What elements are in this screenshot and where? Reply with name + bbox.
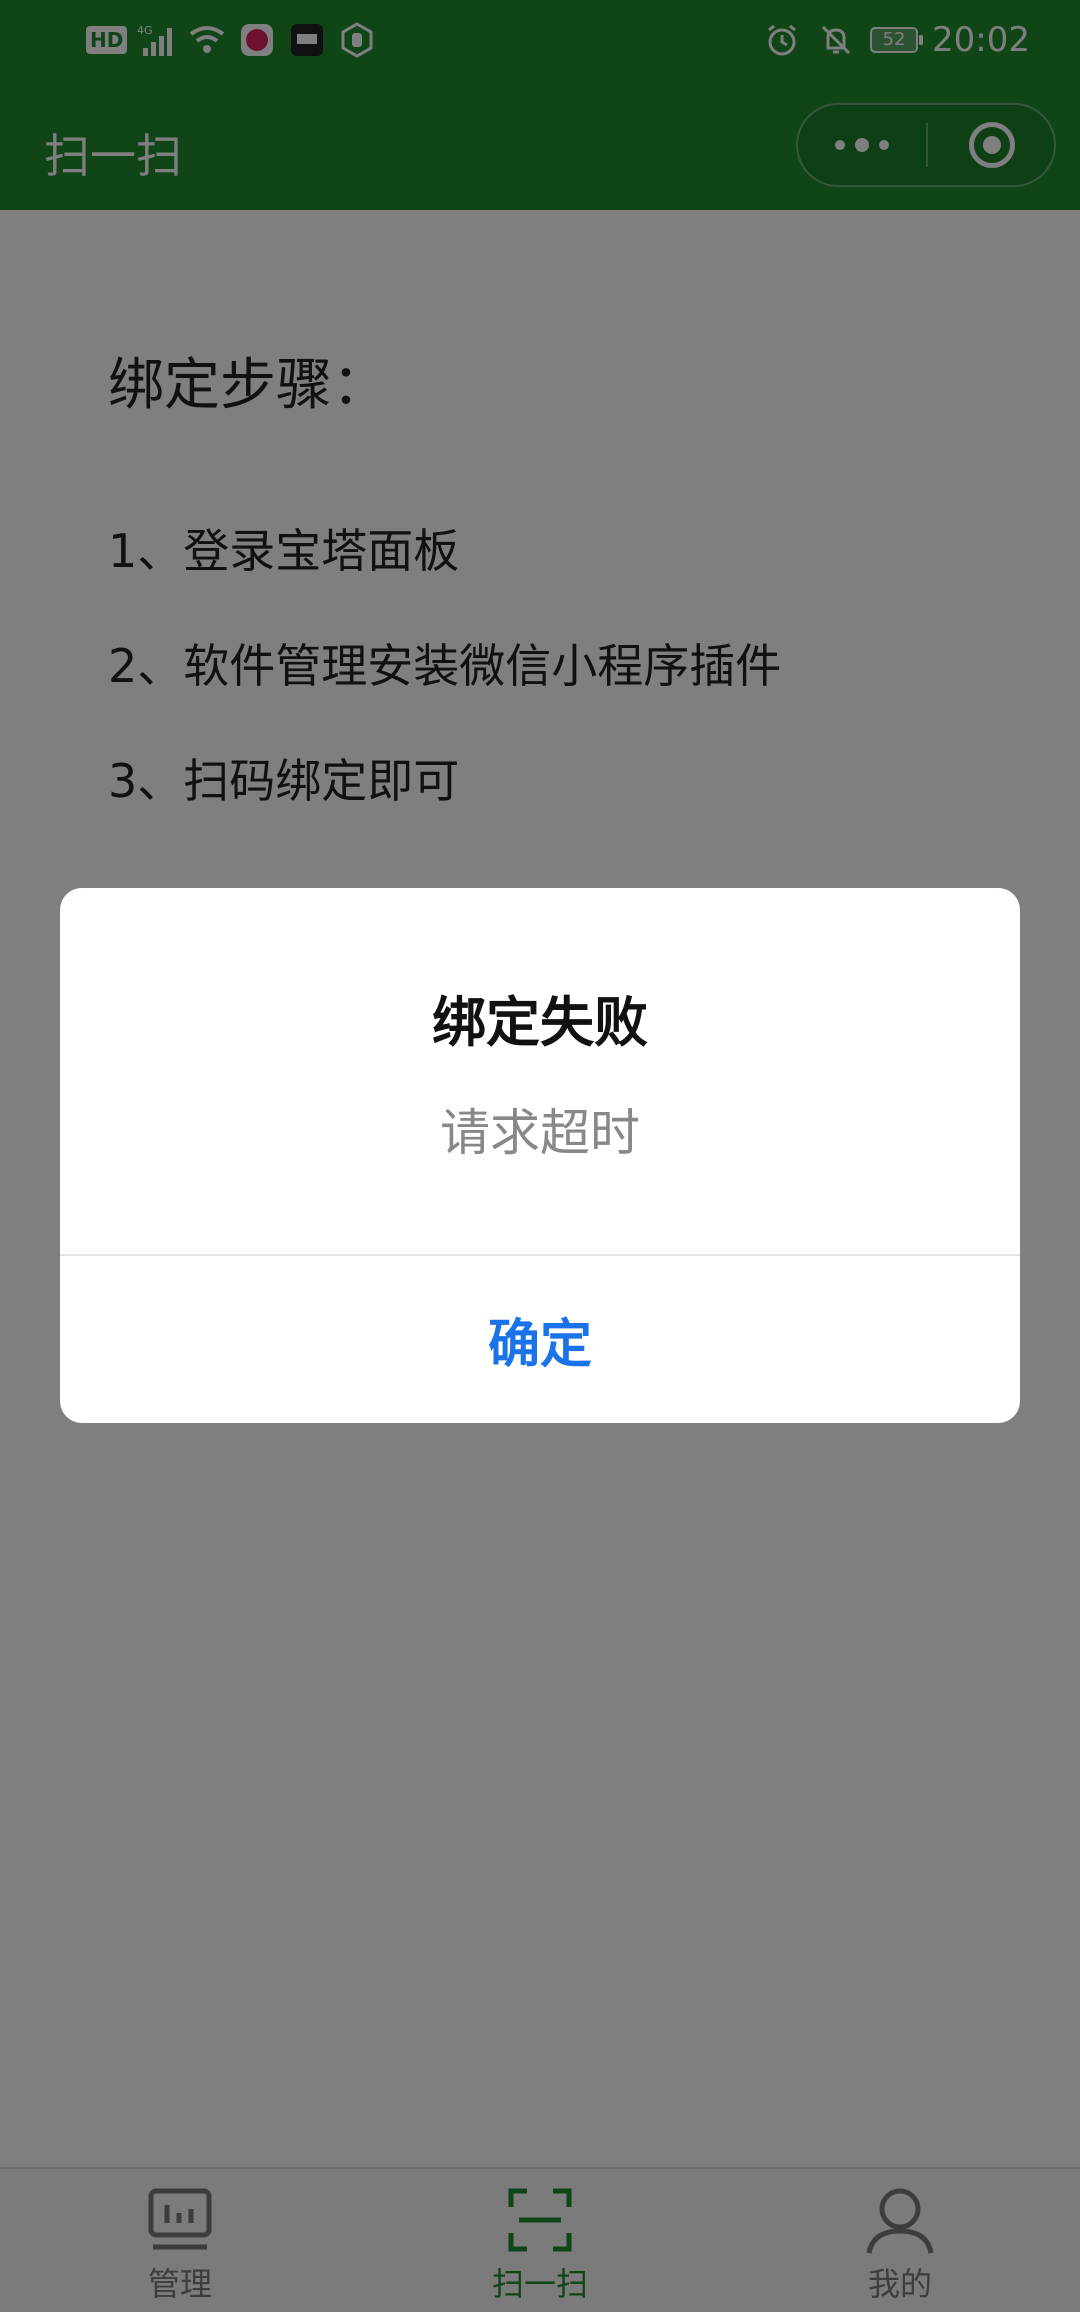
error-dialog: 绑定失败 请求超时 确定 bbox=[60, 888, 1020, 1423]
dialog-title: 绑定失败 bbox=[432, 991, 648, 1054]
dialog-message: 请求超时 bbox=[440, 1104, 640, 1162]
confirm-button[interactable]: 确定 bbox=[60, 1256, 1020, 1423]
